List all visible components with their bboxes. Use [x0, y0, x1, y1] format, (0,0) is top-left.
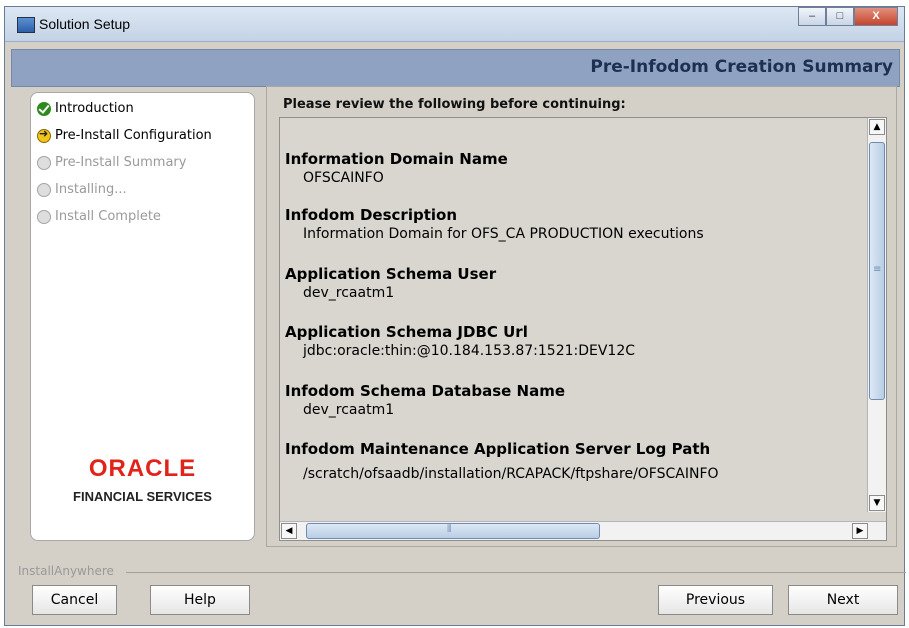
minimize-button[interactable]: –	[798, 7, 826, 26]
field-value: /scratch/ofsaadb/installation/RCAPACK/ft…	[303, 466, 719, 482]
empty-circle-icon	[37, 182, 51, 197]
help-button[interactable]: Help	[150, 585, 250, 615]
summary-content: Information Domain Name OFSCAINFO Infodo…	[280, 118, 858, 512]
field-label: Application Schema JDBC Url	[285, 323, 528, 341]
summary-scroll-area[interactable]: Information Domain Name OFSCAINFO Infodo…	[279, 117, 887, 541]
step-pre-install-summary: Pre-Install Summary	[37, 155, 186, 170]
title-bar: Solution Setup – □ X	[5, 7, 904, 42]
page-title: Pre-Infodom Creation Summary	[590, 57, 893, 77]
field-value: OFSCAINFO	[303, 170, 384, 186]
horizontal-scrollbar[interactable]: ◀ ▶	[280, 521, 886, 540]
scroll-down-arrow-icon[interactable]: ▼	[869, 495, 885, 511]
step-label: Installing...	[55, 182, 127, 197]
summary-field: Infodom Schema Database Name dev_rcaatm1	[285, 382, 855, 419]
step-label: Install Complete	[55, 209, 161, 224]
cancel-button[interactable]: Cancel	[32, 585, 117, 615]
next-button[interactable]: Next	[788, 585, 898, 615]
page-header: Pre-Infodom Creation Summary	[11, 49, 900, 87]
step-pre-install-configuration: Pre-Install Configuration	[37, 127, 212, 143]
previous-button[interactable]: Previous	[658, 585, 773, 615]
empty-circle-icon	[37, 209, 51, 224]
step-install-complete: Install Complete	[37, 209, 161, 224]
scroll-left-arrow-icon[interactable]: ◀	[281, 523, 297, 539]
vertical-scroll-thumb[interactable]	[869, 142, 885, 400]
arrow-circle-icon	[37, 127, 51, 143]
field-label: Infodom Description	[285, 206, 458, 224]
field-label: Infodom Schema Database Name	[285, 382, 566, 400]
empty-circle-icon	[37, 155, 51, 170]
summary-field: Application Schema User dev_rcaatm1	[285, 265, 855, 302]
oracle-logo: ORACLE	[88, 455, 197, 482]
footer-divider	[126, 572, 906, 573]
check-circle-icon	[37, 101, 51, 116]
summary-field: Information Domain Name OFSCAINFO	[285, 150, 855, 187]
field-value: jdbc:oracle:thin:@10.184.153.87:1521:DEV…	[303, 343, 636, 359]
scroll-right-arrow-icon[interactable]: ▶	[852, 523, 868, 539]
summary-field: Infodom Maintenance Application Server L…	[285, 440, 725, 483]
horizontal-scroll-thumb[interactable]	[306, 523, 600, 539]
summary-field: Infodom Description Information Domain f…	[285, 206, 855, 243]
field-value: Information Domain for OFS_CA PRODUCTION…	[303, 226, 704, 242]
maximize-button[interactable]: □	[826, 7, 854, 26]
app-icon	[17, 17, 35, 33]
window-title: Solution Setup	[39, 16, 131, 32]
field-value: dev_rcaatm1	[303, 285, 395, 301]
window-controls: – □ X	[798, 7, 898, 27]
step-label: Pre-Install Summary	[55, 155, 187, 170]
field-value: dev_rcaatm1	[303, 402, 395, 418]
step-installing: Installing...	[37, 182, 127, 197]
field-label: Application Schema User	[285, 265, 497, 283]
step-label: Pre-Install Configuration	[55, 128, 212, 143]
vertical-scrollbar[interactable]: ▲ ▼	[867, 118, 886, 512]
installanywhere-label: InstallAnywhere	[18, 564, 114, 578]
summary-panel: Please review the following before conti…	[266, 86, 897, 547]
summary-field: Application Schema JDBC Url jdbc:oracle:…	[285, 323, 855, 360]
scroll-up-arrow-icon[interactable]: ▲	[869, 119, 885, 135]
steps-sidebar: Introduction Pre-Install Configuration P…	[30, 92, 255, 541]
step-introduction: Introduction	[37, 101, 134, 116]
oracle-subtitle: FINANCIAL SERVICES	[73, 489, 212, 504]
field-label: Information Domain Name	[285, 150, 508, 168]
review-instruction: Please review the following before conti…	[283, 97, 626, 112]
step-label: Introduction	[55, 101, 134, 116]
close-button[interactable]: X	[854, 7, 898, 26]
field-label: Infodom Maintenance Application Server L…	[285, 440, 711, 458]
